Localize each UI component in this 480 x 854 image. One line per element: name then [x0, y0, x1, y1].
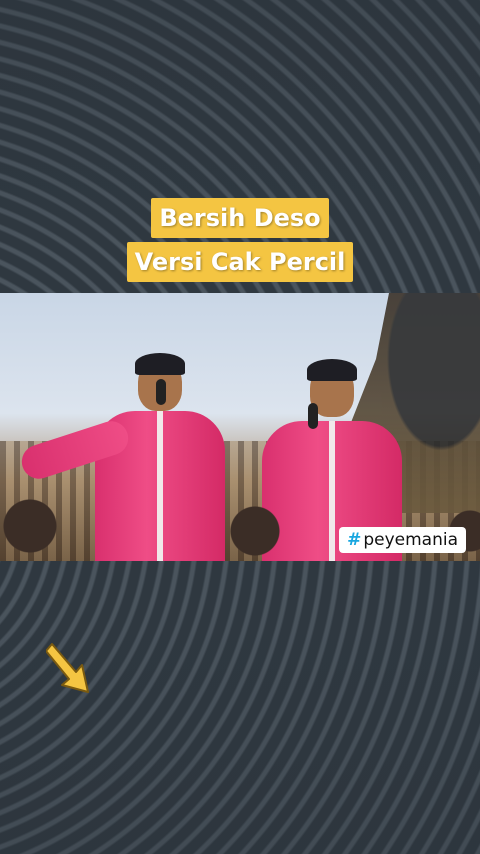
caption-title: Bersih Deso Versi Cak Percil	[0, 198, 480, 282]
caption-line-1: Bersih Deso	[151, 198, 329, 238]
performer-right-microphone	[308, 403, 318, 429]
arrow-down-right-icon	[46, 643, 89, 693]
performer-left-cap	[135, 353, 185, 375]
video-frame[interactable]: # peyemania	[0, 293, 480, 561]
hashtag-symbol: #	[347, 530, 362, 550]
performer-left-microphone	[156, 379, 166, 405]
performer-right-cap	[307, 359, 357, 381]
hashtag-badge: # peyemania	[339, 527, 466, 553]
caption-line-2: Versi Cak Percil	[126, 242, 354, 282]
hashtag-text: peyemania	[363, 530, 458, 550]
